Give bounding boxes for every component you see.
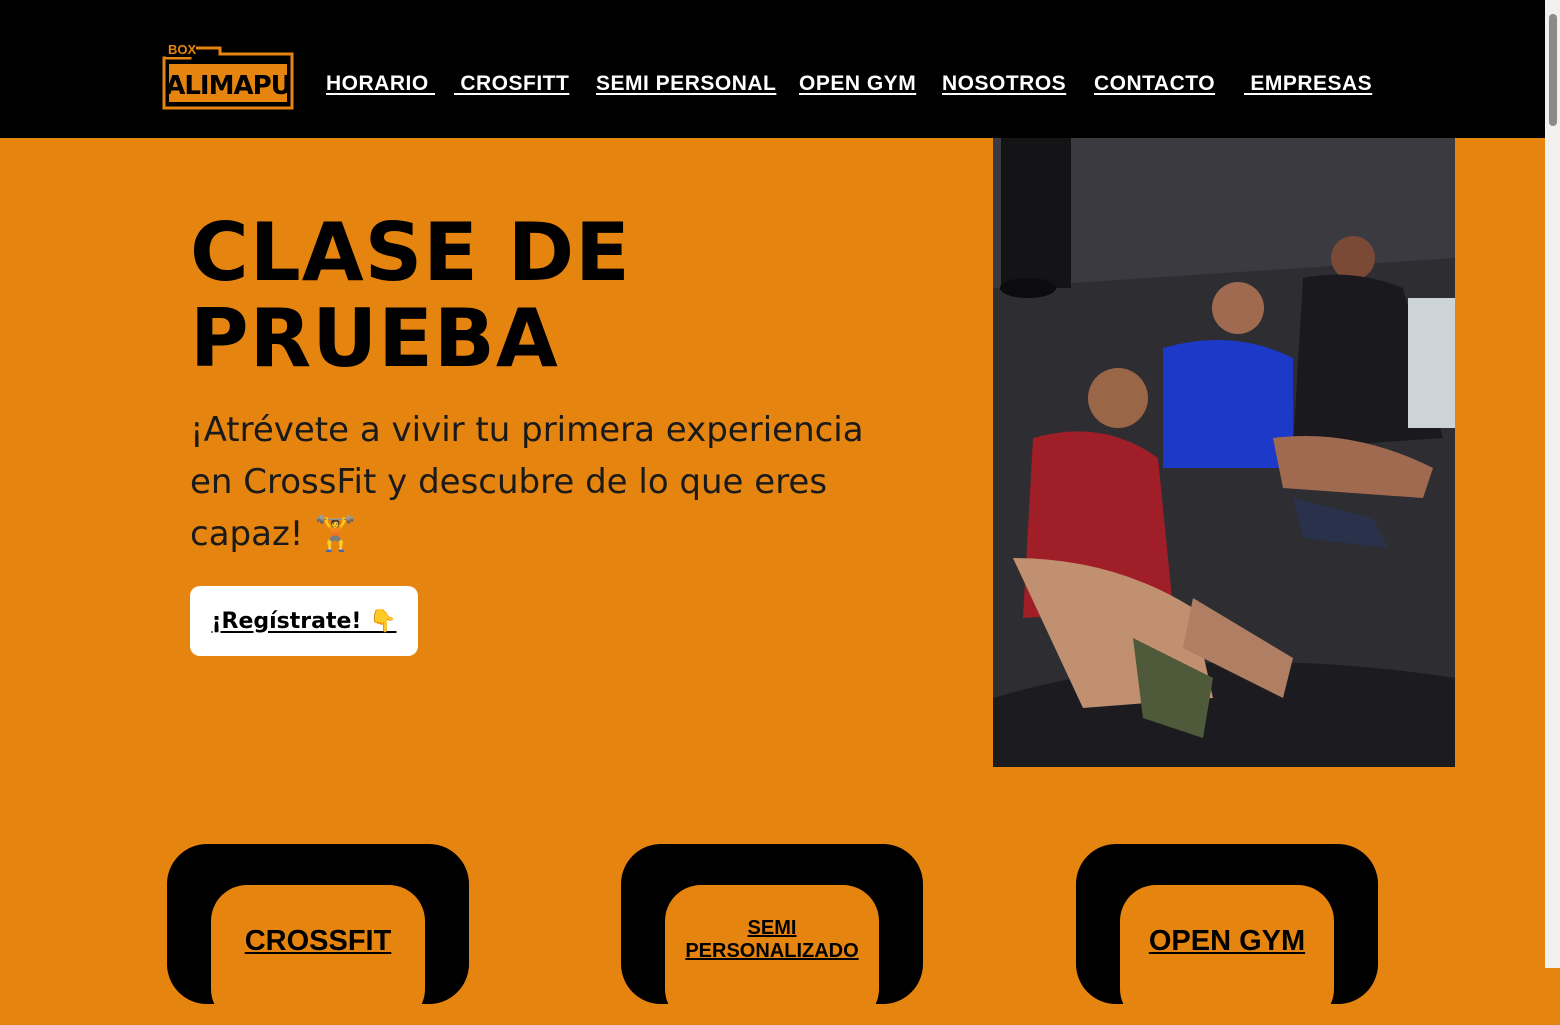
card-crossfit-label[interactable]: CROSSFIT	[245, 925, 392, 958]
nav-link-contacto[interactable]: CONTACTO	[1094, 72, 1215, 96]
nav-link-horario[interactable]: HORARIO	[326, 72, 435, 96]
card-semi-personalizado-label[interactable]: SEMI PERSONALIZADO	[685, 917, 858, 963]
page-scrollbar[interactable]	[1545, 0, 1560, 968]
card-semi-personalizado[interactable]: SEMI PERSONALIZADO	[621, 844, 923, 1025]
hero-title-line2: PRUEBA	[190, 292, 559, 385]
nav-link-open-gym[interactable]: OPEN GYM	[799, 72, 916, 96]
scrollbar-thumb[interactable]	[1549, 14, 1557, 126]
svg-text:BOX: BOX	[168, 42, 197, 57]
box-alimapu-logo[interactable]: BOX ALIMAPU	[160, 38, 296, 112]
hero-photo	[993, 138, 1455, 767]
nav-link-empresas[interactable]: EMPRESAS	[1244, 72, 1372, 96]
card-crossfit[interactable]: CROSSFIT	[167, 844, 469, 1025]
card-semi-label-line1: SEMI	[747, 917, 797, 939]
site-header: BOX ALIMAPU HORARIO CROSFITT SEMI PERSON…	[0, 0, 1545, 138]
nav-link-crosfitt[interactable]: CROSFITT	[454, 72, 569, 96]
nav-link-nosotros[interactable]: NOSOTROS	[942, 72, 1066, 96]
card-semi-personalizado-inner: SEMI PERSONALIZADO	[665, 885, 879, 1025]
card-open-gym-label[interactable]: OPEN GYM	[1149, 925, 1305, 958]
hero-description: ¡Atrévete a vivir tu primera experiencia…	[190, 410, 864, 554]
hero-title-line1: CLASE DE	[190, 206, 631, 299]
nav-link-semi-personal[interactable]: SEMI PERSONAL	[596, 72, 776, 96]
card-open-gym-inner: OPEN GYM	[1120, 885, 1334, 1025]
card-crossfit-inner: CROSSFIT	[211, 885, 425, 1025]
card-semi-label-line2: PERSONALIZADO	[685, 940, 859, 962]
card-open-gym[interactable]: OPEN GYM	[1076, 844, 1378, 1025]
register-button[interactable]: ¡Regístrate! 👇	[190, 586, 418, 656]
hero-title: CLASE DE PRUEBA	[190, 210, 890, 382]
svg-text:ALIMAPU: ALIMAPU	[165, 71, 291, 101]
